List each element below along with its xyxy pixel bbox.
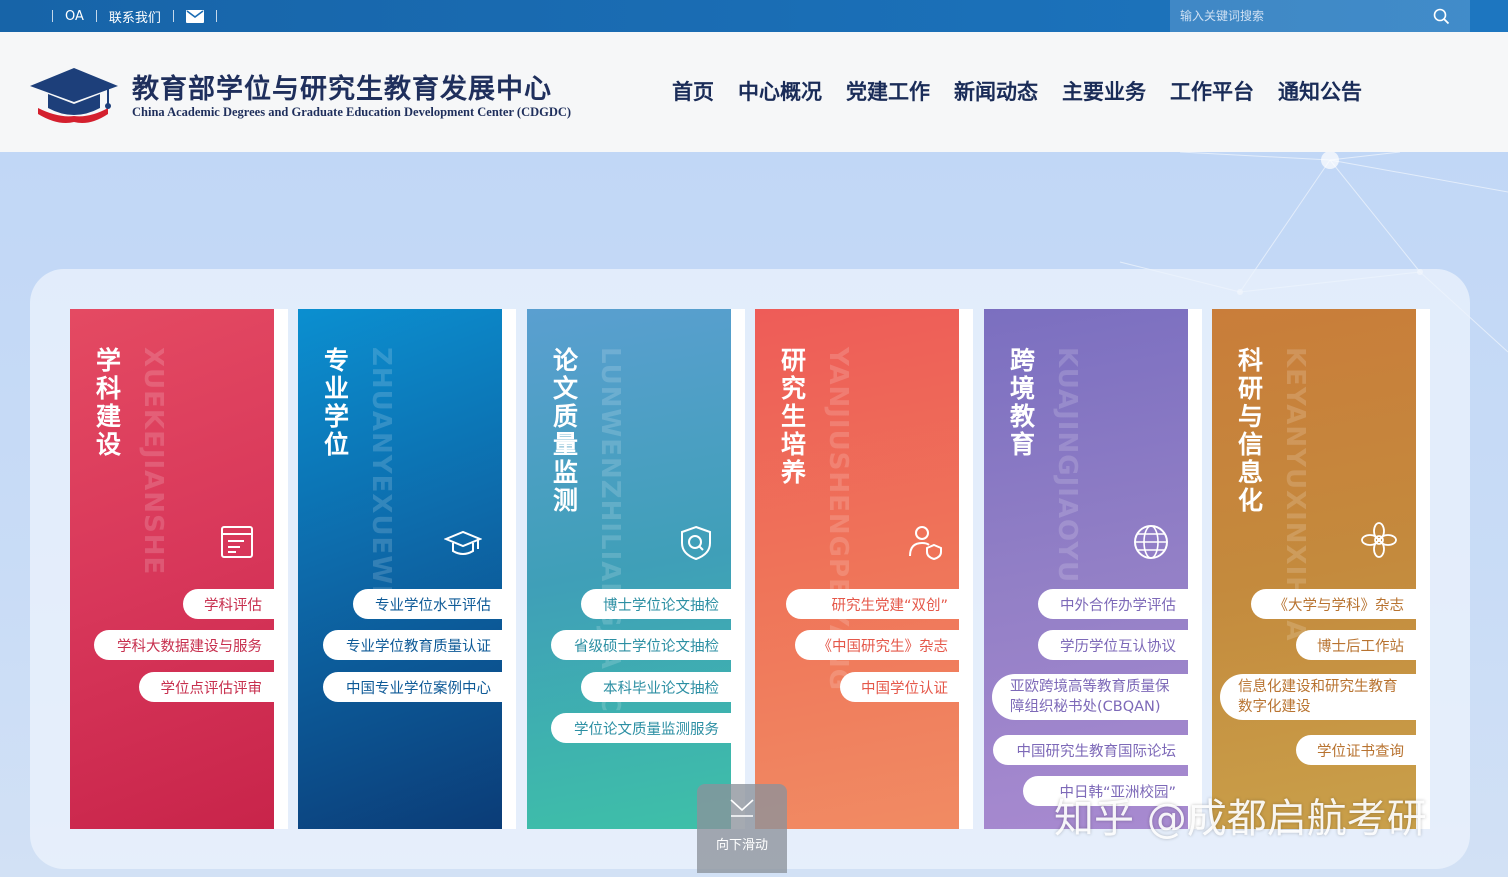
nav-item-overview[interactable]: 中心概况	[738, 76, 822, 108]
pill-link[interactable]: 学历学位互认协议	[1038, 630, 1188, 660]
top-links: OA 联系我们	[40, 0, 229, 32]
oa-link[interactable]: OA	[65, 9, 84, 24]
pill-link[interactable]: 研究生党建“双创”	[786, 589, 960, 619]
mail-link[interactable]	[185, 9, 204, 23]
nav-item-business[interactable]: 主要业务	[1062, 76, 1146, 108]
pill-link[interactable]: 专业学位教育质量认证	[323, 630, 503, 660]
card-title: 专业学位	[324, 346, 350, 459]
card-pinyin: KUAJINGJIAOYU	[1052, 347, 1082, 584]
card-divider	[1188, 309, 1202, 829]
card-divider	[1416, 309, 1430, 829]
card-pinyin: ZHUANYEXUEWEI	[366, 347, 396, 615]
globe-icon	[1134, 525, 1168, 559]
shield-search-icon	[681, 525, 711, 561]
search-icon	[1433, 8, 1449, 24]
card-title: 研究生培养	[781, 346, 807, 487]
nav-item-party[interactable]: 党建工作	[846, 76, 930, 108]
top-utility-bar: OA 联系我们	[0, 0, 1508, 32]
search-input[interactable]	[1170, 9, 1425, 23]
card-divider	[502, 309, 516, 829]
nav-item-news[interactable]: 新闻动态	[954, 76, 1038, 108]
pill-link[interactable]: 亚欧跨境高等教育质量保障组织秘书处(CBQAN)	[992, 674, 1188, 720]
contact-link[interactable]: 联系我们	[109, 7, 161, 26]
pill-link[interactable]: 《中国研究生》杂志	[795, 630, 960, 660]
card-pinyin: XUEKEJIANSHE	[138, 347, 168, 576]
card-thesis-quality[interactable]: 论文质量监测 LUNWENZHILIANGJIANCE	[527, 309, 731, 829]
pill-link[interactable]: 学科评估	[183, 589, 274, 619]
site-title[interactable]: 教育部学位与研究生教育发展中心	[132, 67, 552, 106]
main-nav: 首页 中心概况 党建工作 新闻动态 主要业务 工作平台 通知公告	[660, 76, 1374, 108]
pill-link[interactable]: 博士后工作站	[1296, 630, 1416, 660]
pill-link[interactable]: 省级硕士学位论文抽检	[551, 630, 731, 660]
pill-link[interactable]: 中外合作办学评估	[1038, 589, 1188, 619]
separator	[172, 10, 174, 22]
card-divider	[731, 309, 745, 829]
pill-link[interactable]: 学位证书查询	[1296, 735, 1416, 765]
nav-item-home[interactable]: 首页	[672, 76, 714, 108]
site-subtitle: China Academic Degrees and Graduate Educ…	[132, 105, 572, 119]
nav-item-platform[interactable]: 工作平台	[1170, 76, 1254, 108]
separator	[52, 10, 53, 22]
graduation-cap-logo-icon[interactable]	[28, 64, 120, 126]
pill-link[interactable]: 学位论文质量监测服务	[551, 713, 731, 743]
pill-link[interactable]: 中国专业学位案例中心	[323, 672, 503, 702]
separator	[215, 10, 217, 22]
chevron-down-icon	[730, 799, 754, 817]
card-title: 学科建设	[96, 346, 122, 459]
pill-link[interactable]: 《大学与学科》杂志	[1251, 589, 1416, 619]
scroll-down-button[interactable]: 向下滑动	[697, 784, 787, 873]
pill-link[interactable]: 学科大数据建设与服务	[94, 630, 274, 660]
card-discipline[interactable]: 学科建设 XUEKEJIANSHE	[70, 309, 274, 829]
card-divider	[274, 309, 288, 829]
card-graduate-training[interactable]: 研究生培养 YANJIUSHENGPEIYANG	[755, 309, 959, 829]
card-title: 论文质量监测	[553, 346, 579, 515]
document-icon	[221, 526, 253, 558]
card-divider	[959, 309, 973, 829]
card-title: 科研与信息化	[1238, 346, 1264, 515]
card-professional-degree[interactable]: 专业学位 ZHUANYEXUEWEI	[298, 309, 502, 829]
user-shield-icon	[909, 526, 942, 561]
nav-item-notices[interactable]: 通知公告	[1278, 76, 1362, 108]
pill-link[interactable]: 信息化建设和研究生教育数字化建设	[1220, 674, 1416, 720]
separator	[95, 10, 97, 22]
pill-link[interactable]: 中国学位认证	[840, 672, 960, 702]
graduation-cap-icon	[444, 530, 482, 555]
flower-icon	[1361, 522, 1397, 558]
mail-icon	[185, 9, 204, 23]
pill-link[interactable]: 学位点评估评审	[139, 672, 274, 702]
pill-link[interactable]: 中国研究生教育国际论坛	[993, 735, 1188, 765]
search-button[interactable]	[1425, 0, 1457, 32]
pill-link[interactable]: 专业学位水平评估	[353, 589, 503, 619]
site-header: 教育部学位与研究生教育发展中心 China Academic Degrees a…	[0, 32, 1508, 152]
watermark: 知乎 @成都启航考研	[1054, 796, 1427, 842]
pill-link[interactable]: 本科毕业论文抽检	[581, 672, 731, 702]
pill-link[interactable]: 博士学位论文抽检	[581, 589, 731, 619]
card-title: 跨境教育	[1010, 346, 1036, 459]
scroll-down-label: 向下滑动	[715, 838, 768, 853]
search-box	[1170, 0, 1470, 32]
